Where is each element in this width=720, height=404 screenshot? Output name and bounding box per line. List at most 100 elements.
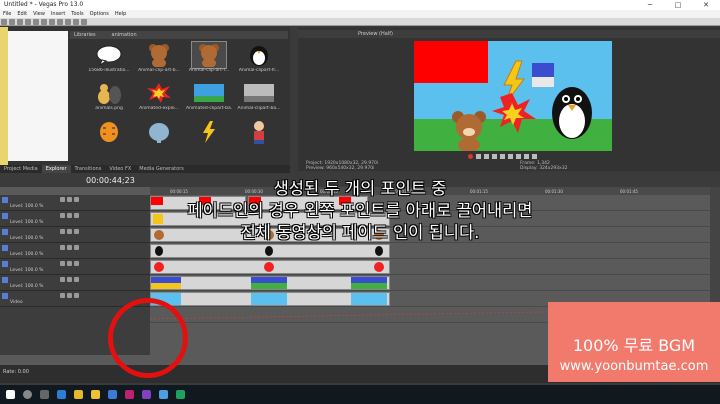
event-clip[interactable] bbox=[150, 260, 390, 274]
pause-icon[interactable] bbox=[500, 154, 505, 159]
app-icon[interactable] bbox=[176, 390, 185, 399]
thumbnail-item[interactable]: Animal-clipart-ba... bbox=[236, 80, 282, 114]
tab-transitions[interactable]: Transitions bbox=[71, 165, 106, 173]
render-icon[interactable] bbox=[33, 19, 39, 25]
next-frame-icon[interactable] bbox=[524, 154, 529, 159]
watermark-box: 100% 무료 BGM www.yoonbumtae.com bbox=[548, 302, 720, 382]
menu-tools[interactable]: Tools bbox=[71, 10, 83, 18]
tree-item[interactable] bbox=[8, 31, 68, 39]
thumbnail-item[interactable]: 15686-illustratio... bbox=[86, 42, 132, 76]
thumbnail-item[interactable]: Animated-explo... bbox=[136, 80, 182, 114]
thumbnail-label: Animated-explo... bbox=[139, 106, 179, 112]
mute-icon[interactable] bbox=[60, 277, 65, 282]
thumbnail-item[interactable] bbox=[136, 119, 182, 153]
properties-icon[interactable] bbox=[25, 19, 31, 25]
thumbnail-item[interactable] bbox=[86, 119, 132, 153]
solo-icon[interactable] bbox=[67, 293, 72, 298]
cut-icon[interactable] bbox=[41, 19, 47, 25]
track-lane[interactable] bbox=[150, 259, 710, 275]
play-icon[interactable] bbox=[492, 154, 497, 159]
gray-landscape-image bbox=[242, 80, 276, 106]
copy-icon[interactable] bbox=[49, 19, 55, 25]
explorer-path-bar[interactable]: Libraries animation bbox=[70, 31, 288, 39]
track-header[interactable]: Level: 100.0 % bbox=[0, 259, 150, 275]
menu-file[interactable]: File bbox=[3, 10, 11, 18]
prev-frame-icon[interactable] bbox=[516, 154, 521, 159]
tiger-image bbox=[92, 119, 126, 145]
menu-edit[interactable]: Edit bbox=[17, 10, 27, 18]
menu-insert[interactable]: Insert bbox=[51, 10, 65, 18]
save-icon[interactable] bbox=[17, 19, 23, 25]
menu-options[interactable]: Options bbox=[90, 10, 109, 18]
store-icon[interactable] bbox=[108, 390, 117, 399]
event-clip[interactable] bbox=[150, 244, 390, 258]
track-number bbox=[2, 293, 8, 299]
fx-icon[interactable] bbox=[74, 293, 79, 298]
solo-icon[interactable] bbox=[67, 261, 72, 266]
open-icon[interactable] bbox=[9, 19, 15, 25]
mute-icon[interactable] bbox=[60, 245, 65, 250]
window-docking-strip bbox=[0, 27, 8, 171]
main-toolbar bbox=[0, 18, 720, 26]
task-view-icon[interactable] bbox=[40, 390, 49, 399]
record-icon[interactable] bbox=[468, 154, 473, 159]
loop-icon[interactable] bbox=[476, 154, 481, 159]
fx-icon[interactable] bbox=[74, 261, 79, 266]
track-header[interactable]: Level: 100.0 % bbox=[0, 275, 150, 291]
event-clip[interactable] bbox=[150, 292, 390, 306]
go-end-icon[interactable] bbox=[532, 154, 537, 159]
watermark-title: 100% 무료 BGM bbox=[572, 336, 696, 355]
menu-help[interactable]: Help bbox=[115, 10, 126, 18]
minimize-icon[interactable]: ─ bbox=[636, 0, 664, 10]
chrome-icon[interactable] bbox=[74, 390, 83, 399]
explorer-icon[interactable] bbox=[91, 390, 100, 399]
window-title: Untitled * - Vegas Pro 13.0 bbox=[4, 1, 84, 8]
edge-icon[interactable] bbox=[57, 390, 66, 399]
path-folder[interactable]: animation bbox=[112, 32, 137, 38]
tab-explorer[interactable]: Explorer bbox=[41, 165, 71, 173]
menu-view[interactable]: View bbox=[33, 10, 45, 18]
app-icon[interactable] bbox=[159, 390, 168, 399]
app-icon[interactable] bbox=[142, 390, 151, 399]
fx-icon[interactable] bbox=[74, 245, 79, 250]
new-icon[interactable] bbox=[1, 19, 7, 25]
folder-tree[interactable] bbox=[8, 31, 68, 161]
redo-icon[interactable] bbox=[73, 19, 79, 25]
close-icon[interactable]: ✕ bbox=[692, 0, 720, 10]
thumbnail-item[interactable] bbox=[236, 119, 282, 153]
help-icon[interactable] bbox=[81, 19, 87, 25]
paste-icon[interactable] bbox=[57, 19, 63, 25]
play-start-icon[interactable] bbox=[484, 154, 489, 159]
mute-icon[interactable] bbox=[60, 261, 65, 266]
tree-item[interactable] bbox=[8, 39, 68, 47]
event-clip[interactable] bbox=[150, 276, 390, 290]
vegas-icon[interactable] bbox=[125, 390, 134, 399]
tab-media-generators[interactable]: Media Generators bbox=[135, 165, 188, 173]
preview-quality-select[interactable]: Preview (Half) bbox=[358, 31, 393, 37]
solo-icon[interactable] bbox=[67, 277, 72, 282]
thumbnail-item-selected[interactable]: Animal-clip-art-f... bbox=[186, 41, 232, 76]
stop-icon[interactable] bbox=[508, 154, 513, 159]
fx-icon[interactable] bbox=[74, 277, 79, 282]
track-lane[interactable] bbox=[150, 243, 710, 259]
track-lane[interactable] bbox=[150, 275, 710, 291]
track-header[interactable]: Level: 100.0 % bbox=[0, 243, 150, 259]
thumbnail-item[interactable]: Animal-clip-art-b... bbox=[136, 42, 182, 76]
thumbnail-item[interactable]: animals.png bbox=[86, 80, 132, 114]
search-icon[interactable] bbox=[23, 390, 32, 399]
tab-project-media[interactable]: Project Media bbox=[0, 165, 42, 173]
mute-icon[interactable] bbox=[60, 293, 65, 298]
path-libraries[interactable]: Libraries bbox=[74, 32, 96, 38]
maximize-icon[interactable]: □ bbox=[664, 0, 692, 10]
thumbnail-item[interactable]: Animal-clipart-fr... bbox=[236, 42, 282, 76]
tab-video-fx[interactable]: Video FX bbox=[105, 165, 135, 173]
subtitle-line: 전체 동영상의 페이드 인이 됩니다. bbox=[240, 223, 480, 242]
undo-icon[interactable] bbox=[65, 19, 71, 25]
windows-taskbar bbox=[0, 385, 720, 404]
thumbnail-item[interactable] bbox=[186, 119, 232, 153]
thumbnail-label: Animated-clipart-ba... bbox=[186, 106, 232, 112]
solo-icon[interactable] bbox=[67, 245, 72, 250]
start-icon[interactable] bbox=[6, 390, 15, 399]
thumbnail-item[interactable]: Animated-clipart-ba... bbox=[186, 80, 232, 114]
penguin-image bbox=[242, 42, 276, 68]
